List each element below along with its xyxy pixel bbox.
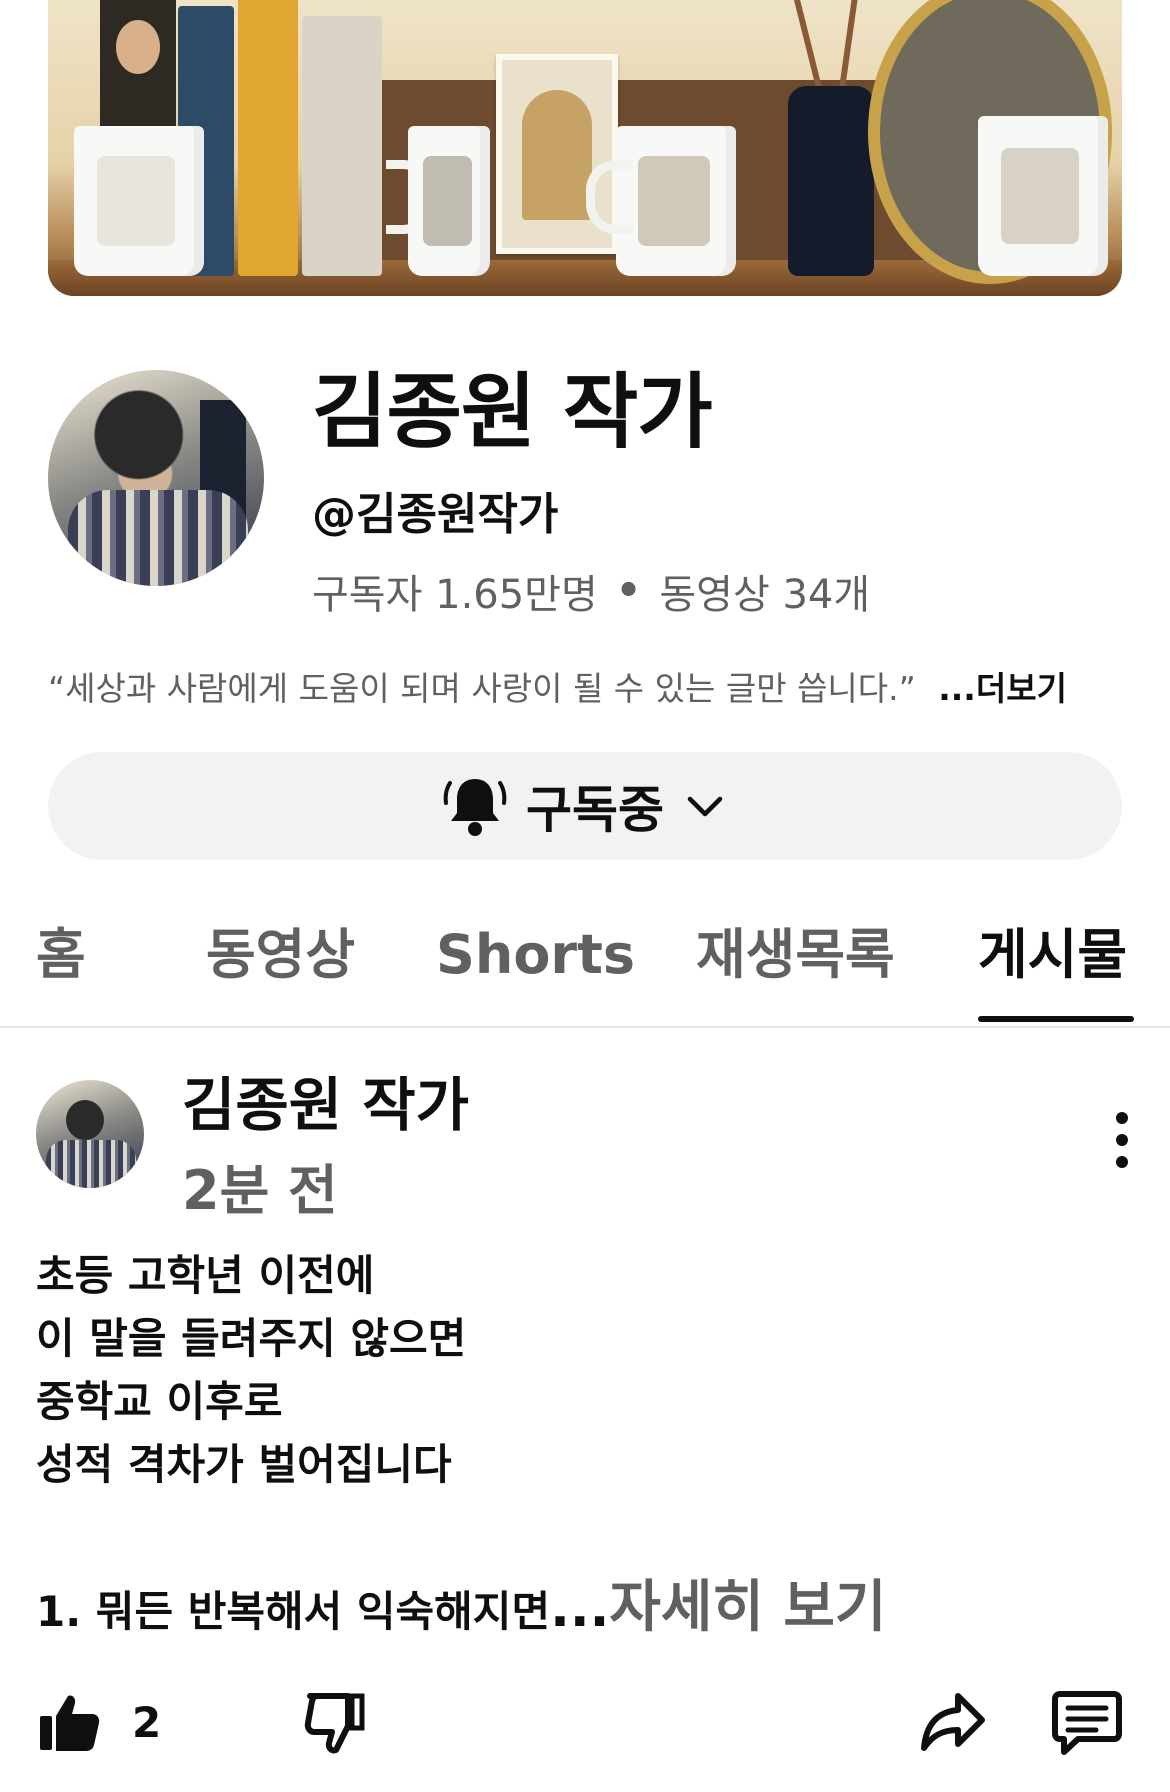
channel-handle: @김종원작가 — [312, 489, 559, 540]
channel-stats: 구독자 1.65만명 • 동영상 34개 — [312, 562, 870, 620]
share-icon[interactable] — [920, 1692, 986, 1752]
tab-videos[interactable]: 동영상 — [206, 920, 355, 1026]
like-count: 2 — [132, 1698, 162, 1747]
comments-icon[interactable] — [1052, 1690, 1122, 1756]
stats-separator: • — [615, 568, 642, 614]
tab-shorts[interactable]: Shorts — [436, 920, 635, 1026]
channel-avatar[interactable] — [48, 370, 264, 586]
dislike-icon[interactable] — [304, 1690, 368, 1756]
bell-ringing-icon — [443, 779, 507, 836]
post-preview: 1. 뭐든 반복해서 익숙해지면...자세히 보기 — [36, 1562, 886, 1643]
post-timestamp: 2분 전 — [182, 1159, 338, 1222]
post-line: 초등 고학년 이전에 — [36, 1251, 375, 1300]
post-line: 성적 격차가 벌어집니다 — [36, 1440, 452, 1489]
read-more-link[interactable]: 자세히 보기 — [609, 1575, 886, 1640]
subscribed-button[interactable]: 구독중 — [48, 752, 1122, 860]
channel-tabs: 홈 동영상 Shorts 재생목록 게시물 — [0, 920, 1170, 1028]
post-line: 중학교 이후로 — [36, 1377, 283, 1426]
post-author-name[interactable]: 김종원 작가 — [182, 1058, 469, 1142]
active-tab-indicator — [978, 1016, 1134, 1022]
tab-home[interactable]: 홈 — [36, 920, 86, 1026]
post-line: 이 말을 들려주지 않으면 — [36, 1314, 467, 1363]
channel-banner — [48, 0, 1122, 296]
channel-description[interactable]: “세상과 사람에게 도움이 되며 사랑이 될 수 있는 글만 씁니다.” ...… — [48, 662, 1067, 710]
more-vert-icon[interactable] — [1108, 1108, 1136, 1172]
subscriber-count: 구독자 1.65만명 — [312, 572, 598, 618]
channel-name: 김종원 작가 — [312, 365, 713, 460]
post-ellipsis: ... — [550, 1579, 610, 1639]
post-first-item: 1. 뭐든 반복해서 익숙해지면 — [36, 1587, 551, 1636]
chevron-down-icon — [687, 796, 723, 817]
description-text: “세상과 사람에게 도움이 되며 사랑이 될 수 있는 글만 씁니다.” — [48, 669, 916, 708]
tab-posts[interactable]: 게시물 — [978, 920, 1127, 1026]
subscribed-label: 구독중 — [526, 781, 664, 839]
post-author-avatar[interactable] — [36, 1080, 144, 1188]
video-count: 동영상 34개 — [659, 572, 871, 618]
like-icon[interactable] — [38, 1690, 102, 1754]
post-body: 초등 고학년 이전에 이 말을 들려주지 않으면 중학교 이후로 성적 격차가 … — [36, 1244, 466, 1496]
more-link[interactable]: ...더보기 — [938, 669, 1067, 708]
tab-playlists[interactable]: 재생목록 — [696, 920, 895, 1026]
